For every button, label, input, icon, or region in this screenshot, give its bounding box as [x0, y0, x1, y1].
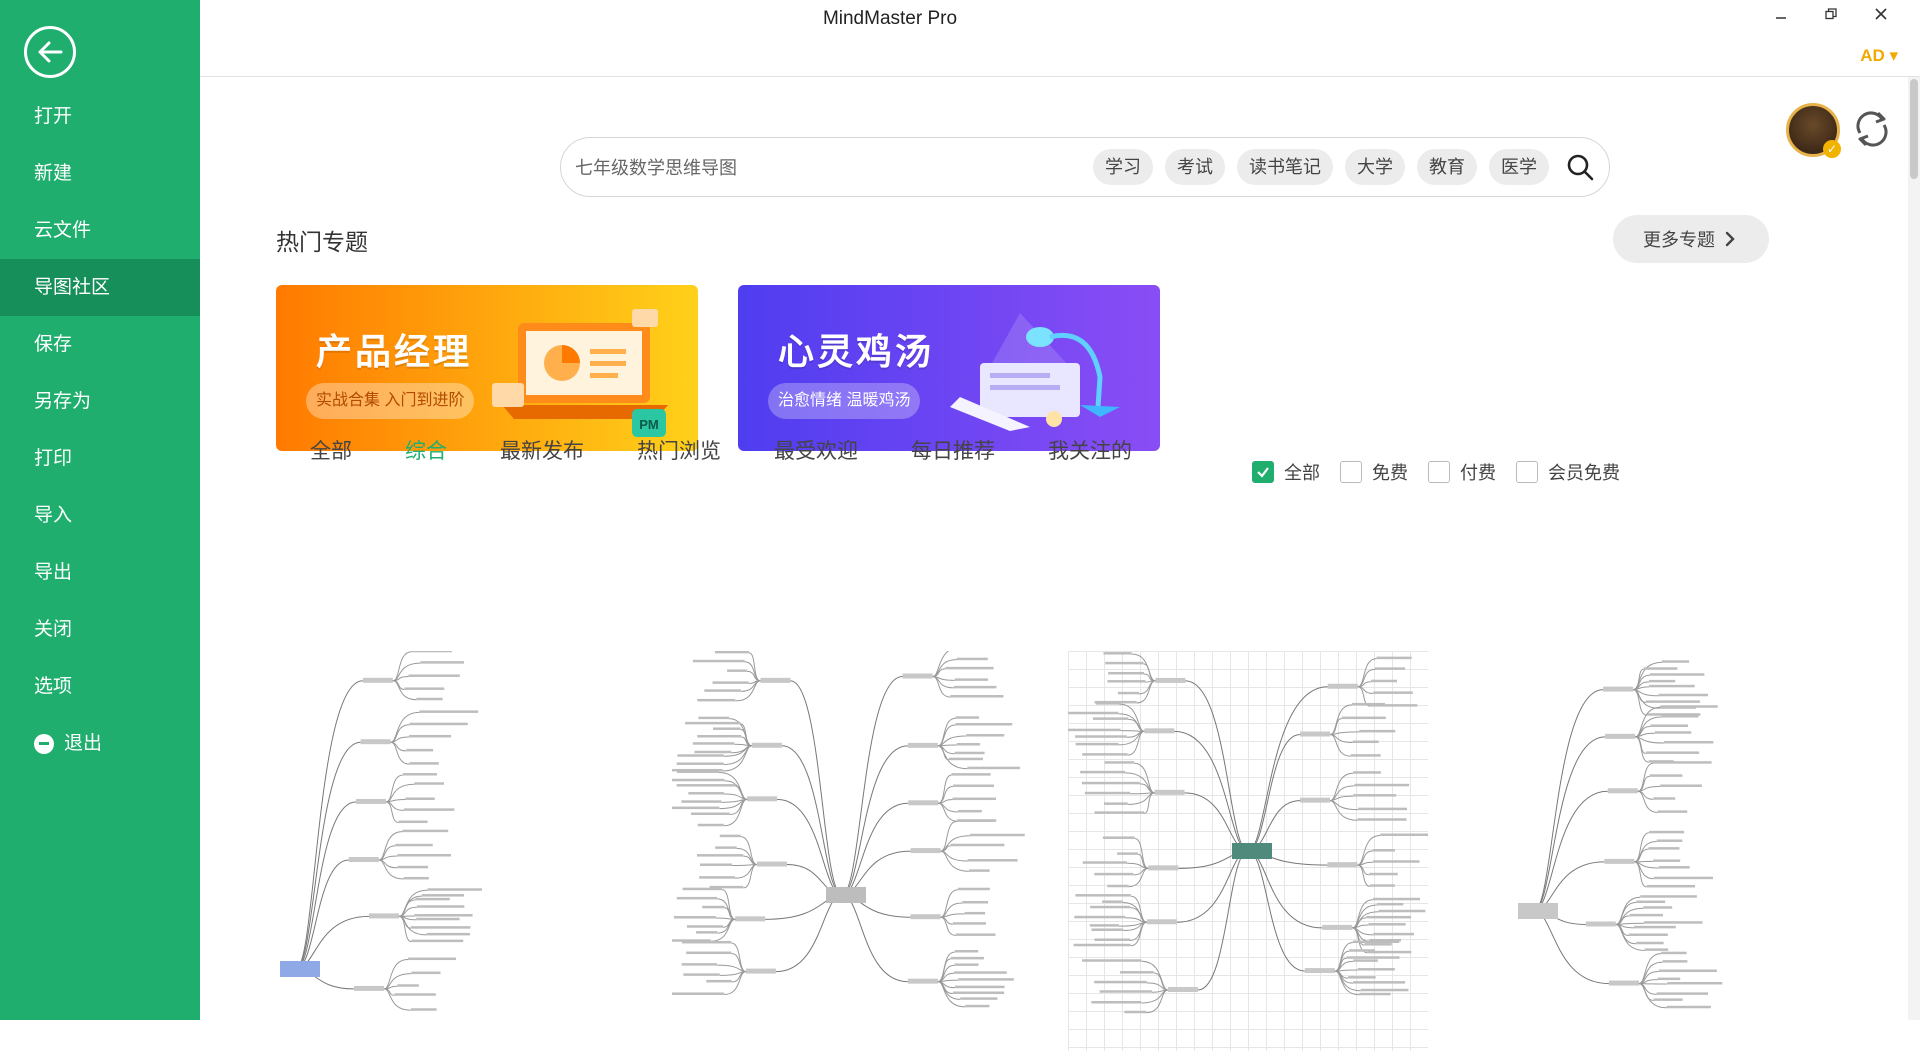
banner-subtitle: 实战合集 入门到进阶	[306, 383, 475, 419]
search-tags: 学习 考试 读书笔记 大学 教育 医学	[1093, 149, 1549, 185]
filter-tabs: 全部 综合 最新发布 热门浏览 最受欢迎 每日推荐 我关注的	[310, 435, 1185, 465]
search-input[interactable]	[573, 150, 1057, 186]
sidebar-item-label: 关闭	[34, 619, 73, 640]
tab-following[interactable]: 我关注的	[1048, 435, 1132, 465]
checkbox-label: 付费	[1460, 463, 1496, 483]
restore-button[interactable]	[1816, 4, 1846, 25]
more-topics-button[interactable]: 更多专题	[1613, 215, 1769, 263]
vertical-scrollbar[interactable]	[1908, 77, 1920, 1020]
checkbox-member-free[interactable]: 会员免费	[1516, 459, 1620, 485]
banner-subtitle: 治愈情绪 温暖鸡汤	[768, 383, 921, 419]
sidebar-item-export[interactable]: 导出	[0, 544, 200, 601]
sidebar-item-label: 保存	[34, 334, 73, 355]
sidebar-nav: 打开 新建 云文件 导图社区 保存 另存为 打印 导入 导出 关闭 选项 退出	[0, 88, 200, 772]
tab-daily-recommend[interactable]: 每日推荐	[911, 435, 995, 465]
refresh-icon[interactable]	[1852, 107, 1892, 156]
banner-chicken-soup[interactable]: 心灵鸡汤 治愈情绪 温暖鸡汤	[738, 285, 1160, 451]
sidebar-item-community[interactable]: 导图社区	[0, 259, 200, 316]
sidebar-item-label: 另存为	[34, 391, 92, 412]
section-title-hot-topics: 热门专题	[276, 229, 368, 255]
search-tag[interactable]: 大学	[1345, 149, 1405, 185]
tab-all[interactable]: 全部	[310, 435, 352, 465]
sidebar-item-label: 导出	[34, 562, 73, 583]
price-filter: 全部 免费 付费 会员免费	[1252, 459, 1640, 485]
sidebar-item-label: 云文件	[34, 220, 92, 241]
search-bar: 学习 考试 读书笔记 大学 教育 医学	[560, 137, 1610, 197]
sidebar-item-save[interactable]: 保存	[0, 316, 200, 373]
sidebar-item-options[interactable]: 选项	[0, 658, 200, 715]
tab-latest[interactable]: 最新发布	[500, 435, 584, 465]
search-tag[interactable]: 读书笔记	[1237, 149, 1333, 185]
close-icon	[1875, 8, 1887, 20]
banner-product-manager[interactable]: 产品经理 实战合集 入门到进阶 PM	[276, 285, 698, 451]
laptop-illustration-icon: PM	[492, 309, 668, 437]
checkbox-empty-icon	[1516, 461, 1538, 483]
search-tag[interactable]: 学习	[1093, 149, 1153, 185]
title-bar: MindMaster Pro AD ▾	[200, 0, 1920, 77]
sidebar-item-label: 导图社区	[34, 277, 111, 298]
mind-map-thumbnail	[1068, 652, 1428, 1014]
chevron-right-icon	[1725, 231, 1735, 247]
sidebar-item-label: 导入	[34, 505, 73, 526]
sidebar-item-open[interactable]: 打开	[0, 88, 200, 145]
banner-title: 产品经理	[316, 331, 473, 372]
sidebar-item-new[interactable]: 新建	[0, 145, 200, 202]
scrollbar-thumb[interactable]	[1910, 79, 1918, 179]
mind-map-thumbnail	[672, 651, 1025, 1008]
account-menu[interactable]: AD ▾	[1860, 46, 1898, 66]
more-topics-label: 更多专题	[1643, 230, 1715, 250]
lamp-illustration-icon	[950, 313, 1120, 431]
mind-map-thumbnail	[280, 651, 482, 1011]
minimize-icon	[1776, 17, 1786, 19]
sidebar-item-print[interactable]: 打印	[0, 430, 200, 487]
close-window-button[interactable]	[1866, 4, 1896, 25]
sidebar-item-label: 新建	[34, 163, 73, 184]
sidebar-item-cloud-files[interactable]: 云文件	[0, 202, 200, 259]
banner-title: 心灵鸡汤	[778, 331, 935, 372]
template-card[interactable]	[276, 651, 636, 1051]
checkbox-empty-icon	[1428, 461, 1450, 483]
sidebar-item-label: 退出	[64, 733, 103, 754]
search-tag[interactable]: 考试	[1165, 149, 1225, 185]
tab-most-popular[interactable]: 最受欢迎	[774, 435, 858, 465]
sidebar: 打开 新建 云文件 导图社区 保存 另存为 打印 导入 导出 关闭 选项 退出	[0, 0, 200, 1020]
arrow-left-icon	[38, 41, 63, 63]
sidebar-item-label: 打印	[34, 448, 73, 469]
sidebar-item-save-as[interactable]: 另存为	[0, 373, 200, 430]
checkbox-free[interactable]: 免费	[1340, 459, 1408, 485]
checkbox-label: 会员免费	[1548, 463, 1620, 483]
vip-badge-icon: ✓	[1823, 140, 1841, 158]
template-card[interactable]	[672, 651, 1032, 1051]
search-icon[interactable]	[1565, 152, 1595, 187]
checkbox-all[interactable]: 全部	[1252, 459, 1320, 485]
restore-icon	[1825, 8, 1837, 20]
search-tag[interactable]: 教育	[1417, 149, 1477, 185]
sidebar-item-close[interactable]: 关闭	[0, 601, 200, 658]
checkbox-checked-icon	[1252, 461, 1274, 483]
checkbox-label: 全部	[1284, 463, 1320, 483]
back-button[interactable]	[24, 26, 76, 78]
sidebar-item-import[interactable]: 导入	[0, 487, 200, 544]
search-tag[interactable]: 医学	[1489, 149, 1549, 185]
minus-circle-icon	[34, 733, 54, 754]
checkbox-empty-icon	[1340, 461, 1362, 483]
avatar[interactable]: ✓	[1786, 103, 1841, 158]
sidebar-item-exit[interactable]: 退出	[0, 715, 200, 772]
sidebar-item-label: 打开	[34, 106, 73, 127]
tab-hot-views[interactable]: 热门浏览	[637, 435, 721, 465]
tab-comprehensive[interactable]: 综合	[405, 435, 447, 465]
sidebar-item-label: 选项	[34, 676, 73, 697]
checkbox-label: 免费	[1372, 463, 1408, 483]
pm-badge: PM	[639, 417, 659, 432]
minimize-button[interactable]	[1766, 4, 1796, 25]
template-card[interactable]	[1068, 651, 1428, 1051]
community-page: ✓ 学习 考试 读书笔记 大学 教育 医学 热门专题 更多专题 产品经理 实战合…	[200, 77, 1908, 1051]
template-card[interactable]	[1464, 651, 1824, 1051]
checkbox-paid[interactable]: 付费	[1428, 459, 1496, 485]
app-title: MindMaster Pro	[822, 8, 958, 29]
mind-map-thumbnail	[1518, 660, 1723, 1009]
